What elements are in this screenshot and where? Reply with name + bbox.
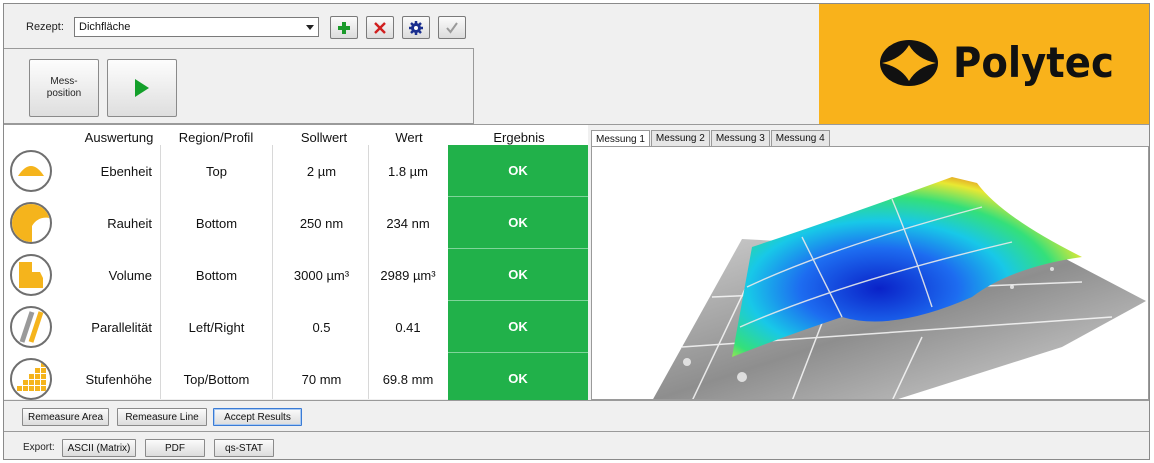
row-region: Top/Bottom bbox=[183, 371, 250, 387]
row-region: Bottom bbox=[195, 215, 238, 231]
plus-icon bbox=[338, 21, 350, 34]
column-separator bbox=[368, 145, 369, 399]
action-bar: Remeasure Area Remeasure Line Accept Res… bbox=[4, 400, 1149, 431]
header-ergebnis: Ergebnis bbox=[493, 130, 545, 145]
row-name: Rauheit bbox=[107, 215, 152, 231]
measure-panel: Mess- position bbox=[4, 48, 474, 124]
measure-position-button[interactable]: Mess- position bbox=[29, 59, 99, 117]
table-row[interactable]: Stufenhöhe Top/Bottom 70 mm 69.8 mm OK bbox=[4, 353, 588, 405]
header-sollwert: Sollwert bbox=[300, 130, 348, 145]
recipe-settings-button[interactable] bbox=[402, 16, 430, 39]
row-wert: 0.41 bbox=[395, 319, 421, 335]
recipe-toolbar: Rezept: Dichfläche bbox=[4, 4, 820, 48]
chevron-down-icon bbox=[306, 25, 314, 30]
row-ergebnis: OK bbox=[448, 353, 588, 405]
header-auswertung: Auswertung bbox=[84, 130, 154, 145]
export-pdf-button[interactable]: PDF bbox=[145, 439, 205, 457]
export-bar: Export: ASCII (Matrix) PDF qs-STAT bbox=[4, 431, 1149, 459]
row-sollwert: 70 mm bbox=[301, 371, 342, 387]
export-qs-stat-button[interactable]: qs-STAT bbox=[214, 439, 274, 457]
table-row[interactable]: Volume Bottom 3000 µm³ 2989 µm³ OK bbox=[4, 249, 588, 301]
row-name: Stufenhöhe bbox=[85, 371, 152, 387]
row-sollwert: 2 µm bbox=[306, 163, 337, 179]
recipe-select[interactable]: Dichfläche bbox=[74, 17, 319, 37]
accept-results-button[interactable]: Accept Results bbox=[213, 408, 302, 426]
measurement-tabs: Messung 1 Messung 2 Messung 3 Messung 4 bbox=[591, 130, 831, 147]
x-icon bbox=[374, 21, 386, 34]
polytec-logo-icon bbox=[880, 39, 938, 86]
add-recipe-button[interactable] bbox=[330, 16, 358, 39]
remeasure-area-button[interactable]: Remeasure Area bbox=[22, 408, 109, 426]
row-name: Volume bbox=[108, 267, 152, 283]
export-ascii-button[interactable]: ASCII (Matrix) bbox=[62, 439, 136, 457]
confirm-recipe-button[interactable] bbox=[438, 16, 466, 39]
play-icon bbox=[135, 79, 149, 97]
recipe-label: Rezept: bbox=[26, 21, 64, 33]
column-separator bbox=[160, 145, 161, 399]
app-window: Rezept: Dichfläche Mess- position Polyte… bbox=[3, 3, 1150, 460]
row-ergebnis: OK bbox=[448, 301, 588, 353]
check-icon bbox=[446, 21, 458, 34]
start-measurement-button[interactable] bbox=[107, 59, 177, 117]
row-wert: 2989 µm³ bbox=[380, 267, 436, 283]
gear-icon bbox=[409, 20, 423, 35]
row-ergebnis: OK bbox=[448, 145, 588, 197]
table-row[interactable]: Parallelität Left/Right 0.5 0.41 OK bbox=[4, 301, 588, 353]
table-row[interactable]: Ebenheit Top 2 µm 1.8 µm OK bbox=[4, 145, 588, 197]
row-ergebnis: OK bbox=[448, 197, 588, 249]
measure-position-label: Mess- position bbox=[47, 76, 81, 100]
column-separator bbox=[272, 145, 273, 399]
surface-3d-view[interactable] bbox=[591, 146, 1149, 400]
tab-messung-3[interactable]: Messung 3 bbox=[710, 130, 770, 146]
measure-position-label-line2: position bbox=[46, 88, 82, 99]
tab-messung-2[interactable]: Messung 2 bbox=[650, 130, 710, 146]
row-wert: 1.8 µm bbox=[387, 163, 428, 179]
row-sollwert: 3000 µm³ bbox=[293, 267, 350, 283]
logo-banner: Polytec bbox=[819, 4, 1149, 124]
logo-text: Polytec bbox=[953, 38, 1114, 87]
results-table: Auswertung Region/Profil Sollwert Wert E… bbox=[4, 125, 588, 405]
tab-messung-1[interactable]: Messung 1 bbox=[591, 130, 650, 147]
table-row[interactable]: Rauheit Bottom 250 nm 234 nm OK bbox=[4, 197, 588, 249]
measure-position-label-line1: Mess- bbox=[50, 76, 78, 87]
recipe-select-value: Dichfläche bbox=[79, 21, 131, 33]
delete-recipe-button[interactable] bbox=[366, 16, 394, 39]
row-wert: 234 nm bbox=[386, 215, 430, 231]
row-name: Parallelität bbox=[91, 319, 152, 335]
row-region: Top bbox=[206, 163, 227, 179]
row-region: Left/Right bbox=[188, 319, 245, 335]
row-name: Ebenheit bbox=[100, 163, 152, 179]
row-wert: 69.8 mm bbox=[382, 371, 434, 387]
row-ergebnis: OK bbox=[448, 249, 588, 301]
header-region: Region/Profil bbox=[178, 130, 254, 145]
tab-messung-4[interactable]: Messung 4 bbox=[770, 130, 830, 146]
export-label: Export: bbox=[23, 442, 55, 453]
remeasure-line-button[interactable]: Remeasure Line bbox=[117, 408, 207, 426]
row-region: Bottom bbox=[195, 267, 238, 283]
polytec-logo: Polytec bbox=[879, 38, 1128, 87]
row-sollwert: 250 nm bbox=[299, 215, 344, 231]
header-wert: Wert bbox=[395, 130, 423, 145]
row-sollwert: 0.5 bbox=[312, 319, 331, 335]
surface-plot bbox=[653, 177, 1146, 399]
